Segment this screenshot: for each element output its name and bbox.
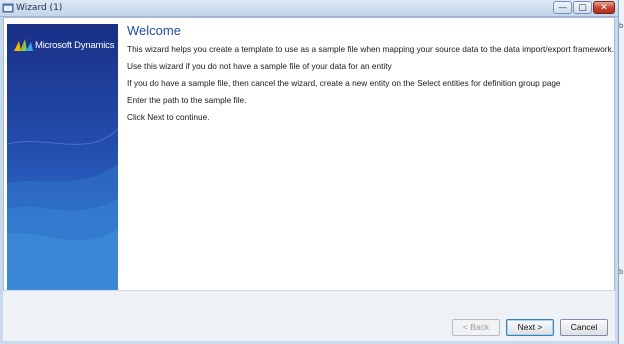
background-window-fragment: b (619, 268, 624, 276)
title-bar[interactable]: Wizard (1) — ▢ ✕ (0, 0, 618, 17)
app-icon (2, 3, 14, 13)
banner-wave-graphic (7, 128, 118, 295)
page-title: Welcome (127, 23, 181, 38)
back-button[interactable]: < Back (452, 319, 500, 336)
maximize-button[interactable]: ▢ (573, 1, 592, 14)
description-paragraph: If you do have a sample file, then cance… (127, 78, 561, 88)
minimize-button[interactable]: — (553, 1, 572, 14)
minimize-icon: — (558, 3, 567, 13)
description-paragraph: Enter the path to the sample file. (127, 95, 247, 105)
background-window-fragment: b (619, 22, 624, 30)
cancel-button[interactable]: Cancel (560, 319, 608, 336)
brand-name: Microsoft Dynamics (35, 40, 115, 51)
close-icon: ✕ (600, 3, 608, 13)
description-paragraph: Click Next to continue. (127, 112, 210, 122)
next-button[interactable]: Next > (506, 319, 554, 336)
description-paragraph: Use this wizard if you do not have a sam… (127, 61, 392, 71)
maximize-icon: ▢ (578, 3, 587, 13)
welcome-content: Welcome This wizard helps you create a t… (127, 23, 614, 129)
description-paragraph: This wizard helps you create a template … (127, 44, 614, 54)
wizard-footer: < Back Next > Cancel (3, 290, 615, 341)
wizard-window: Wizard (1) — ▢ ✕ Microsoft Dynamics Welc… (0, 0, 619, 344)
window-title: Wizard (1) (16, 3, 63, 13)
dynamics-banner: Microsoft Dynamics (7, 24, 118, 295)
close-button[interactable]: ✕ (593, 1, 615, 14)
dynamics-logo-icon (14, 39, 33, 51)
